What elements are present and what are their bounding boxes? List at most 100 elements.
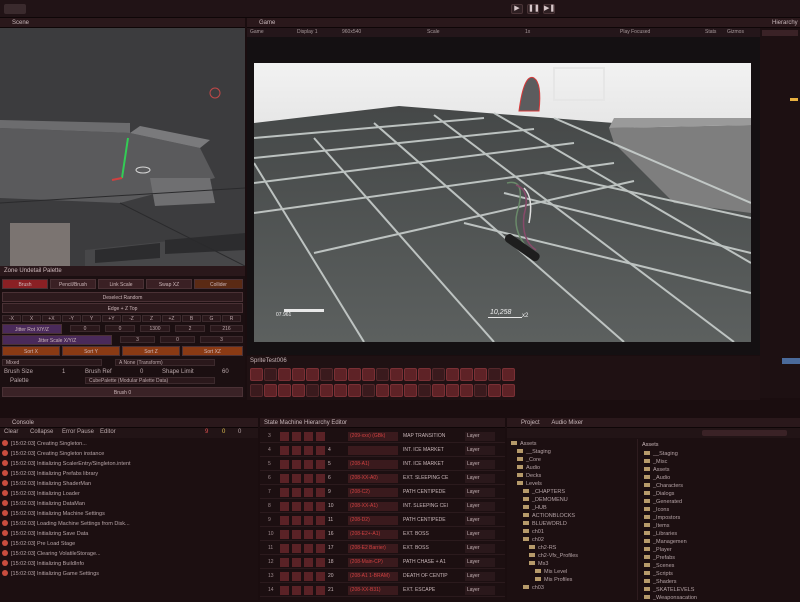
console-log-entry[interactable]: [15:02:03] Initializing Loader — [2, 490, 80, 499]
asset-folder-item[interactable]: Assets — [644, 466, 670, 474]
state-toggle-icon[interactable] — [280, 460, 289, 469]
palette-tile[interactable] — [432, 384, 445, 397]
palette-tile[interactable] — [334, 384, 347, 397]
asset-folder-item[interactable]: _Misc — [644, 458, 667, 466]
zone-tab-swap[interactable]: Swap XZ — [146, 279, 192, 289]
project-tree-item[interactable]: Mis Level — [535, 568, 567, 576]
state-row[interactable]: 12 18 (208-Main-CP) PATH CHASE + A1 Layer — [260, 556, 505, 569]
scene-tab[interactable]: Scene — [0, 18, 245, 28]
state-toggle-icon[interactable] — [304, 586, 313, 595]
zone-tab-pencil[interactable]: Pencil/Brush — [50, 279, 96, 289]
console-log-entry[interactable]: [15:02:03] Initializing ScalerEntry/Sing… — [2, 460, 131, 469]
palette-field[interactable]: CubePalette (Modular Palette Data) — [85, 377, 215, 384]
palette-tile[interactable] — [250, 384, 263, 397]
grid-header-cell[interactable]: R — [222, 315, 241, 322]
brush-button[interactable]: Brush 0 — [2, 387, 243, 397]
project-tree-item[interactable]: Mis Profiles — [535, 576, 572, 584]
zone-tab-link-scale[interactable]: Link Scale — [98, 279, 144, 289]
palette-tile[interactable] — [278, 368, 291, 381]
state-toggle-icon[interactable] — [316, 446, 325, 455]
resolution-dropdown[interactable]: 960x540 — [342, 28, 361, 37]
state-toggle-icon[interactable] — [292, 558, 301, 567]
state-layer[interactable]: Layer — [465, 530, 495, 539]
state-toggle-icon[interactable] — [316, 502, 325, 511]
gizmos-button[interactable]: Gizmos — [727, 28, 744, 37]
palette-tile[interactable] — [460, 368, 473, 381]
state-toggle-icon[interactable] — [292, 460, 301, 469]
asset-folder-item[interactable]: _Generated — [644, 498, 682, 506]
state-layer[interactable]: Layer — [465, 474, 495, 483]
palette-tile[interactable] — [278, 384, 291, 397]
hierarchy-search[interactable] — [762, 30, 798, 36]
console-log-entry[interactable]: [15:02:03] Initializing Prefabs library — [2, 470, 98, 479]
state-machine-tab[interactable]: State Machine Hierarchy Editor — [260, 418, 505, 428]
palette-tile[interactable] — [320, 384, 333, 397]
project-tree-item[interactable]: _Core — [517, 456, 541, 464]
mode-dropdown[interactable]: Mixed — [2, 359, 102, 366]
state-toggle-icon[interactable] — [292, 502, 301, 511]
display-dropdown[interactable]: Game — [250, 28, 264, 37]
palette-tile[interactable] — [292, 368, 305, 381]
deselect-random-button[interactable]: Deselect Random — [2, 292, 243, 302]
asset-folder-item[interactable]: _Characters — [644, 482, 683, 490]
state-row[interactable]: 7 9 (208-C2) PATH CENTIPEDE Layer — [260, 486, 505, 499]
palette-tile[interactable] — [334, 368, 347, 381]
state-layer[interactable]: Layer — [465, 502, 495, 511]
state-row[interactable]: 13 20 (208-A1 1-BRAM) DEATH OF CENTIP Layer — [260, 570, 505, 583]
palette-tile[interactable] — [362, 368, 375, 381]
state-layer[interactable]: Layer — [465, 460, 495, 469]
project-tree-item[interactable]: Levels — [517, 480, 542, 488]
console-log-entry[interactable]: [15:02:03] Initializing BuildInfo — [2, 560, 84, 569]
state-row[interactable]: 5 5 (208-A1) INT. ICE MARKET Layer — [260, 458, 505, 471]
play-icon[interactable]: ▶ — [511, 4, 523, 14]
palette-tile[interactable] — [460, 384, 473, 397]
grid-header-cell[interactable]: +X — [42, 315, 61, 322]
edge-top-button[interactable]: Edge + Z Top — [2, 303, 243, 313]
state-toggle-icon[interactable] — [292, 530, 301, 539]
console-log-entry[interactable]: [15:02:03] Pre Load Stage — [2, 540, 75, 549]
state-toggle-icon[interactable] — [280, 502, 289, 511]
asset-folder-item[interactable]: _Prefabs — [644, 554, 675, 562]
asset-folder-item[interactable]: _Dialogs — [644, 490, 674, 498]
jitter-scale-z[interactable]: 3 — [200, 336, 243, 343]
palette-tile[interactable] — [474, 368, 487, 381]
jitter-rot-x[interactable]: 0 — [70, 325, 100, 332]
game-tab[interactable]: Game — [247, 18, 760, 28]
grid-header-cell[interactable]: Z — [142, 315, 161, 322]
state-toggle-icon[interactable] — [292, 586, 301, 595]
palette-tile[interactable] — [376, 384, 389, 397]
console-log-entry[interactable]: [15:02:03] Initializing Game Settings — [2, 570, 99, 579]
state-toggle-icon[interactable] — [304, 488, 313, 497]
palette-tile[interactable] — [446, 384, 459, 397]
game-viewport[interactable]: 10,258 x2 07.961 — [254, 63, 751, 342]
asset-folder-item[interactable]: _SKATELEVELS — [644, 586, 694, 594]
hierarchy-selected-row[interactable] — [782, 358, 800, 364]
brush-size-value[interactable]: 1 — [62, 368, 65, 376]
palette-tile[interactable] — [502, 368, 515, 381]
asset-folder-item[interactable]: __Staging — [644, 450, 678, 458]
brush-ref-value[interactable]: 0 — [140, 368, 143, 376]
state-toggle-icon[interactable] — [304, 502, 313, 511]
state-layer[interactable]: Layer — [465, 586, 495, 595]
state-toggle-icon[interactable] — [280, 572, 289, 581]
hierarchy-panel[interactable] — [760, 28, 800, 398]
asset-folder-item[interactable]: _Icons — [644, 506, 669, 514]
jitter-rot-v[interactable]: 216 — [210, 325, 243, 332]
state-layer[interactable]: Layer — [465, 516, 495, 525]
state-toggle-icon[interactable] — [316, 586, 325, 595]
state-toggle-icon[interactable] — [280, 432, 289, 441]
jitter-rot-z[interactable]: 1300 — [140, 325, 170, 332]
console-log-entry[interactable]: [15:02:03] Initializing Save Data — [2, 530, 88, 539]
console-log-entry[interactable]: [15:02:03] Clearing VolatileStorage... — [2, 550, 101, 559]
project-tree-item[interactable]: ch01 — [523, 528, 544, 536]
state-layer[interactable]: Layer — [465, 544, 495, 553]
state-toggle-icon[interactable] — [304, 432, 313, 441]
state-toggle-icon[interactable] — [292, 474, 301, 483]
palette-tile[interactable] — [404, 384, 417, 397]
state-toggle-icon[interactable] — [280, 474, 289, 483]
audio-mixer-tab-label[interactable]: Audio Mixer — [551, 420, 583, 426]
jitter-scale-x[interactable]: 3 — [120, 336, 155, 343]
state-layer[interactable]: Layer — [465, 432, 495, 441]
state-toggle-icon[interactable] — [316, 516, 325, 525]
zone-tab-brush[interactable]: Brush — [2, 279, 48, 289]
